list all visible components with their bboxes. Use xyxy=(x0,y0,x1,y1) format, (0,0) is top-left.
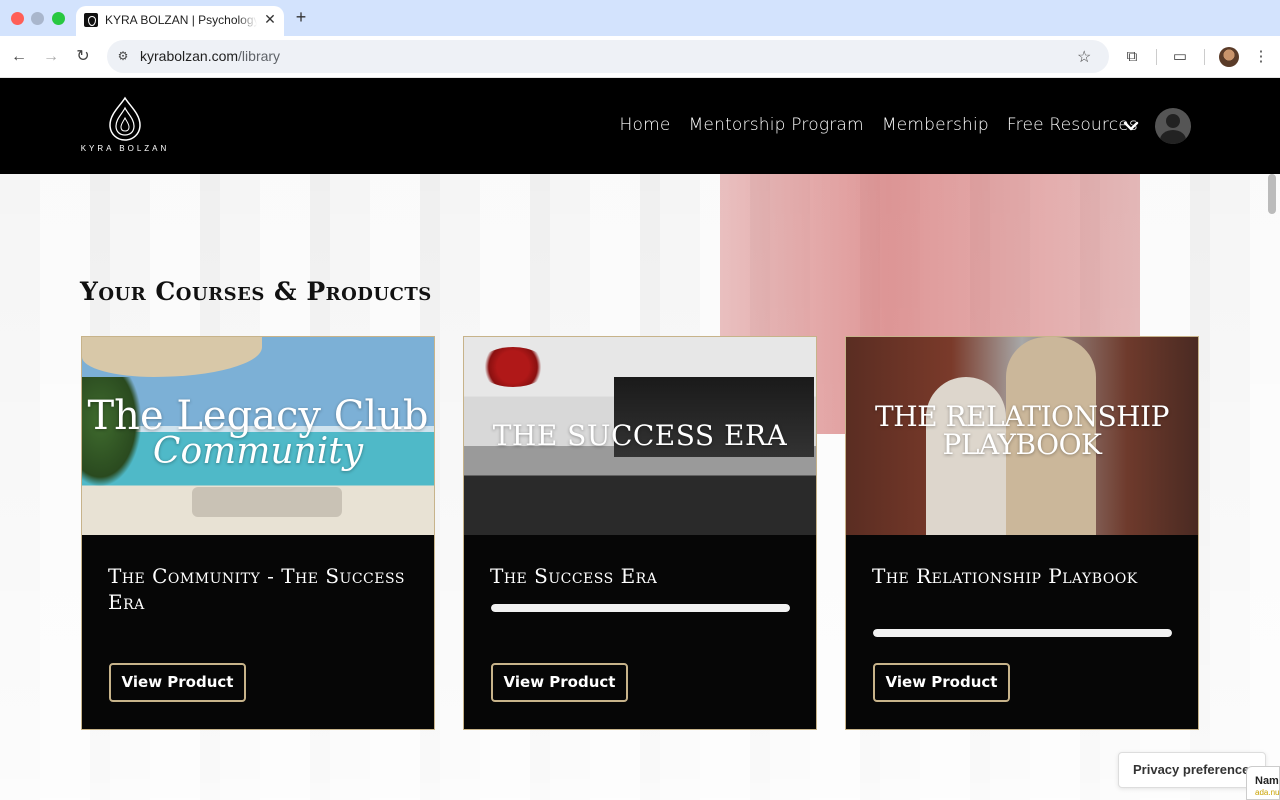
new-tab-button[interactable]: + xyxy=(292,8,310,26)
tab-close-icon[interactable]: ✕ xyxy=(262,11,278,27)
user-avatar[interactable] xyxy=(1155,108,1191,144)
nav-home[interactable]: Home xyxy=(620,115,671,135)
view-product-button[interactable]: View Product xyxy=(109,663,246,702)
image-umbrella xyxy=(82,337,262,377)
star-icon[interactable]: ☆ xyxy=(1077,47,1091,67)
product-card-community[interactable]: The Legacy Club Community The Community … xyxy=(81,336,435,730)
product-title: The Success Era xyxy=(490,564,658,588)
progress-fill xyxy=(873,629,1172,637)
window-zoom-button[interactable] xyxy=(52,12,65,25)
browser-profile-avatar[interactable] xyxy=(1219,47,1239,67)
chat-widget[interactable]: Name ada.nu xyxy=(1246,766,1280,800)
browser-tabstrip: KYRA BOLZAN | Psychology & Success ✕ + xyxy=(0,0,1280,36)
image-title-line2: Community xyxy=(152,431,364,472)
page-title: Your Courses & Products xyxy=(80,277,432,306)
chevron-down-icon[interactable] xyxy=(1123,118,1139,134)
reading-mode-icon[interactable]: ▭ xyxy=(1170,47,1190,67)
widget-sub: ada.nu xyxy=(1255,788,1280,797)
logo-wordmark: KYRA BOLZAN xyxy=(80,144,170,153)
image-lounger xyxy=(192,487,342,517)
toolbar-divider xyxy=(1156,49,1157,65)
nav-free-resources[interactable]: Free Resources xyxy=(1007,115,1138,135)
window-close-button[interactable] xyxy=(11,12,24,25)
drop-logo-icon xyxy=(109,96,141,141)
nav-membership[interactable]: Membership xyxy=(882,115,989,135)
image-title: THE RELATIONSHIP PLAYBOOK xyxy=(875,400,1169,461)
widget-name: Name xyxy=(1255,775,1279,787)
image-title: THE SUCCESS ERA xyxy=(492,419,788,452)
window-minimize-button[interactable] xyxy=(31,12,44,25)
site-favicon-icon xyxy=(84,13,98,27)
url-domain: kyrabolzan.com xyxy=(140,48,239,64)
browser-tab-active[interactable]: KYRA BOLZAN | Psychology & Success ✕ xyxy=(76,6,284,36)
site-header: KYRA BOLZAN Home Mentorship Program Memb… xyxy=(0,78,1280,174)
progress-fill xyxy=(491,604,790,612)
forward-arrow-icon[interactable]: → xyxy=(41,47,61,67)
nav-mentorship-program[interactable]: Mentorship Program xyxy=(689,115,864,135)
product-title: The Relationship Playbook xyxy=(872,564,1138,588)
product-image-relationship-playbook[interactable]: THE RELATIONSHIP PLAYBOOK xyxy=(846,337,1198,535)
main-nav: Home Mentorship Program Membership Free … xyxy=(620,115,1138,135)
course-progress-bar xyxy=(491,604,790,612)
puzzle-icon[interactable]: ⧉ xyxy=(1122,47,1142,67)
view-product-button[interactable]: View Product xyxy=(491,663,628,702)
product-title: The Community - The Success Era xyxy=(108,564,405,614)
site-logo[interactable]: KYRA BOLZAN xyxy=(78,96,172,156)
kebab-menu-icon[interactable]: ⋮ xyxy=(1251,47,1271,67)
tab-title: KYRA BOLZAN | Psychology & Success xyxy=(105,13,257,27)
product-image-legacy-club[interactable]: The Legacy Club Community xyxy=(82,337,434,535)
browser-toolbar: ← → ↻ ⚙ kyrabolzan.com/library ☆ ⧉ ▭ ⋮ xyxy=(0,36,1280,78)
image-roses xyxy=(478,347,548,387)
privacy-preferences-button[interactable]: Privacy preferences xyxy=(1118,752,1266,788)
view-product-button[interactable]: View Product xyxy=(873,663,1010,702)
tune-icon[interactable]: ⚙ xyxy=(115,48,131,64)
toolbar-divider xyxy=(1204,49,1205,65)
product-card-relationship-playbook[interactable]: THE RELATIONSHIP PLAYBOOK The Relationsh… xyxy=(845,336,1199,730)
reload-icon[interactable]: ↻ xyxy=(73,47,93,67)
course-progress-bar xyxy=(873,629,1172,637)
url-path: /library xyxy=(238,48,281,64)
back-arrow-icon[interactable]: ← xyxy=(9,47,29,67)
product-image-success-era[interactable]: THE SUCCESS ERA xyxy=(464,337,816,535)
page-scrollbar[interactable] xyxy=(1268,174,1276,214)
url-text[interactable]: kyrabolzan.com/library xyxy=(140,48,280,64)
address-bar[interactable]: ⚙ kyrabolzan.com/library ☆ xyxy=(107,40,1109,73)
product-card-success-era[interactable]: THE SUCCESS ERA The Success Era View Pro… xyxy=(463,336,817,730)
